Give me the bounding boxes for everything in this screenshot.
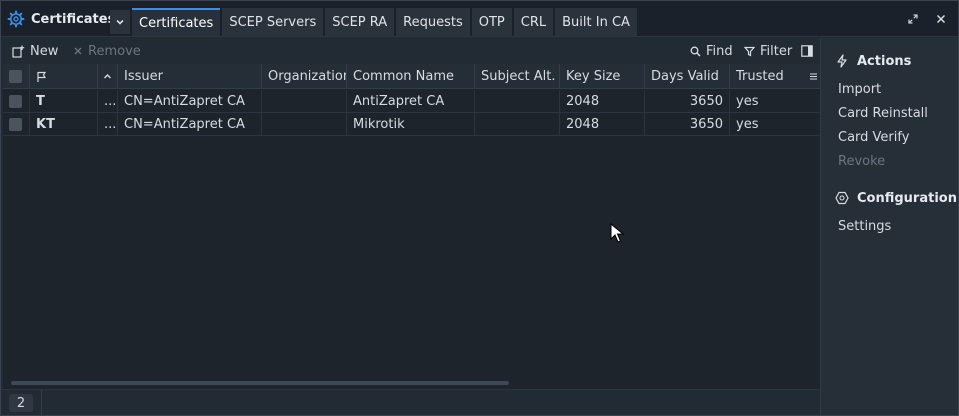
row-checkbox[interactable] [9, 118, 22, 131]
filter-label: Filter [760, 43, 793, 59]
tab-list-dropdown-button[interactable] [110, 10, 130, 34]
item-count-badge: 2 [9, 394, 33, 412]
common-name-cell: AntiZapret CA [347, 90, 475, 113]
import-action[interactable]: Import [838, 80, 881, 98]
key-size-cell: 2048 [560, 90, 645, 113]
find-button[interactable]: Find [690, 42, 733, 60]
search-icon [690, 46, 701, 57]
side-panel-icon [801, 45, 813, 57]
toolbar: New Remove Find Filter [1, 38, 820, 64]
header-trusted[interactable]: Trusted [730, 64, 802, 89]
remove-x-icon [74, 47, 82, 55]
close-button[interactable] [933, 11, 949, 27]
remove-label: Remove [88, 43, 141, 59]
close-icon [936, 14, 946, 24]
key-size-cell: 2048 [560, 113, 645, 136]
restore-icon [908, 14, 918, 24]
row-select-cell[interactable] [3, 90, 30, 113]
new-button[interactable]: New [12, 42, 58, 60]
lightning-icon [837, 54, 847, 68]
common-name-cell: Mikrotik [347, 113, 475, 136]
row-checkbox[interactable] [9, 95, 22, 108]
actions-title: Actions [857, 53, 912, 69]
new-item-icon [12, 45, 25, 58]
days-valid-cell: 3650 [645, 113, 730, 136]
header-subject-alt[interactable]: Subject Alt. ... [475, 64, 560, 89]
mouse-cursor-icon [610, 223, 624, 243]
trusted-cell: yes [736, 94, 759, 109]
find-label: Find [706, 43, 733, 59]
organization-cell [262, 90, 347, 113]
issuer-cell: CN=AntiZapret CA [118, 90, 262, 113]
row-select-cell[interactable] [3, 113, 30, 136]
tab-otp[interactable]: OTP [471, 8, 512, 36]
table-row[interactable]: KT ... CN=AntiZapret CA Mikrotik 2048 36… [3, 113, 820, 136]
tab-built-in-ca[interactable]: Built In CA [555, 8, 637, 36]
filter-button[interactable]: Filter [744, 42, 792, 60]
header-flag-column[interactable] [30, 64, 98, 89]
header-organization[interactable]: Organization [262, 64, 347, 89]
tab-label: CRL [520, 14, 547, 30]
tab-scep-ra[interactable]: SCEP RA [325, 8, 395, 36]
tab-certificates[interactable]: Certificates [132, 8, 221, 36]
dots-cell: ... [98, 90, 118, 113]
tab-scep-servers[interactable]: SCEP Servers [222, 8, 324, 36]
restore-button[interactable] [905, 11, 921, 27]
new-label: New [30, 43, 59, 59]
configuration-section-title: Configuration [835, 188, 957, 208]
settings-action[interactable]: Settings [838, 217, 891, 235]
header-key-size[interactable]: Key Size [560, 64, 645, 89]
remove-button[interactable]: Remove [73, 42, 141, 60]
tab-crl[interactable]: CRL [513, 8, 554, 36]
configuration-title: Configuration [857, 190, 957, 206]
flag-cell: T [30, 90, 98, 113]
header-days-valid[interactable]: Days Valid [645, 64, 730, 89]
app-title-group: Certificates [7, 8, 115, 30]
status-bar: 2 [1, 389, 820, 416]
certificates-table: Issuer Organization Common Name Subject … [3, 64, 820, 389]
header-select-all[interactable] [3, 64, 30, 89]
actions-panel: Actions Import Card Reinstall Card Verif… [820, 38, 958, 415]
header-sort-column[interactable] [98, 64, 118, 89]
subject-alt-cell [475, 113, 560, 136]
header-common-name[interactable]: Common Name [347, 64, 475, 89]
dots-cell: ... [98, 113, 118, 136]
app-title: Certificates [31, 11, 116, 27]
hexagon-gear-icon [835, 191, 849, 205]
tab-label: Certificates [139, 15, 214, 31]
organization-cell [262, 113, 347, 136]
filter-icon [744, 46, 755, 56]
tab-label: SCEP Servers [229, 14, 317, 30]
sort-asc-icon [104, 74, 111, 79]
tab-requests[interactable]: Requests [396, 8, 470, 36]
chevron-down-icon [116, 19, 124, 25]
flag-icon [37, 71, 47, 82]
tab-label: OTP [478, 14, 505, 30]
header-issuer[interactable]: Issuer [118, 64, 262, 89]
table-header: Issuer Organization Common Name Subject … [3, 64, 820, 89]
tab-label: Requests [403, 14, 463, 30]
card-reinstall-action[interactable]: Card Reinstall [838, 104, 928, 122]
tab-label: SCEP RA [332, 14, 388, 30]
tab-label: Built In CA [562, 14, 630, 30]
flag-cell: KT [30, 113, 98, 136]
revoke-action[interactable]: Revoke [838, 152, 885, 170]
issuer-cell: CN=AntiZapret CA [118, 113, 262, 136]
gear-icon [7, 10, 25, 28]
title-bar: Certificates Certificates SCEP Servers S… [1, 1, 958, 37]
subject-alt-cell [475, 90, 560, 113]
status-divider [41, 390, 42, 416]
trusted-cell: yes [736, 117, 759, 132]
select-all-checkbox[interactable] [9, 70, 22, 83]
certificates-window: Certificates Certificates SCEP Servers S… [0, 0, 959, 416]
card-verify-action[interactable]: Card Verify [838, 128, 909, 146]
horizontal-scrollbar[interactable] [11, 381, 509, 385]
toggle-panel-button[interactable] [801, 42, 813, 60]
table-row[interactable]: T ... CN=AntiZapret CA AntiZapret CA 204… [3, 90, 820, 113]
column-menu-button[interactable] [803, 64, 820, 89]
tab-strip: Certificates SCEP Servers SCEP RA Reques… [132, 8, 637, 36]
days-valid-cell: 3650 [645, 90, 730, 113]
actions-section-title: Actions [835, 51, 911, 71]
menu-icon [810, 73, 817, 80]
